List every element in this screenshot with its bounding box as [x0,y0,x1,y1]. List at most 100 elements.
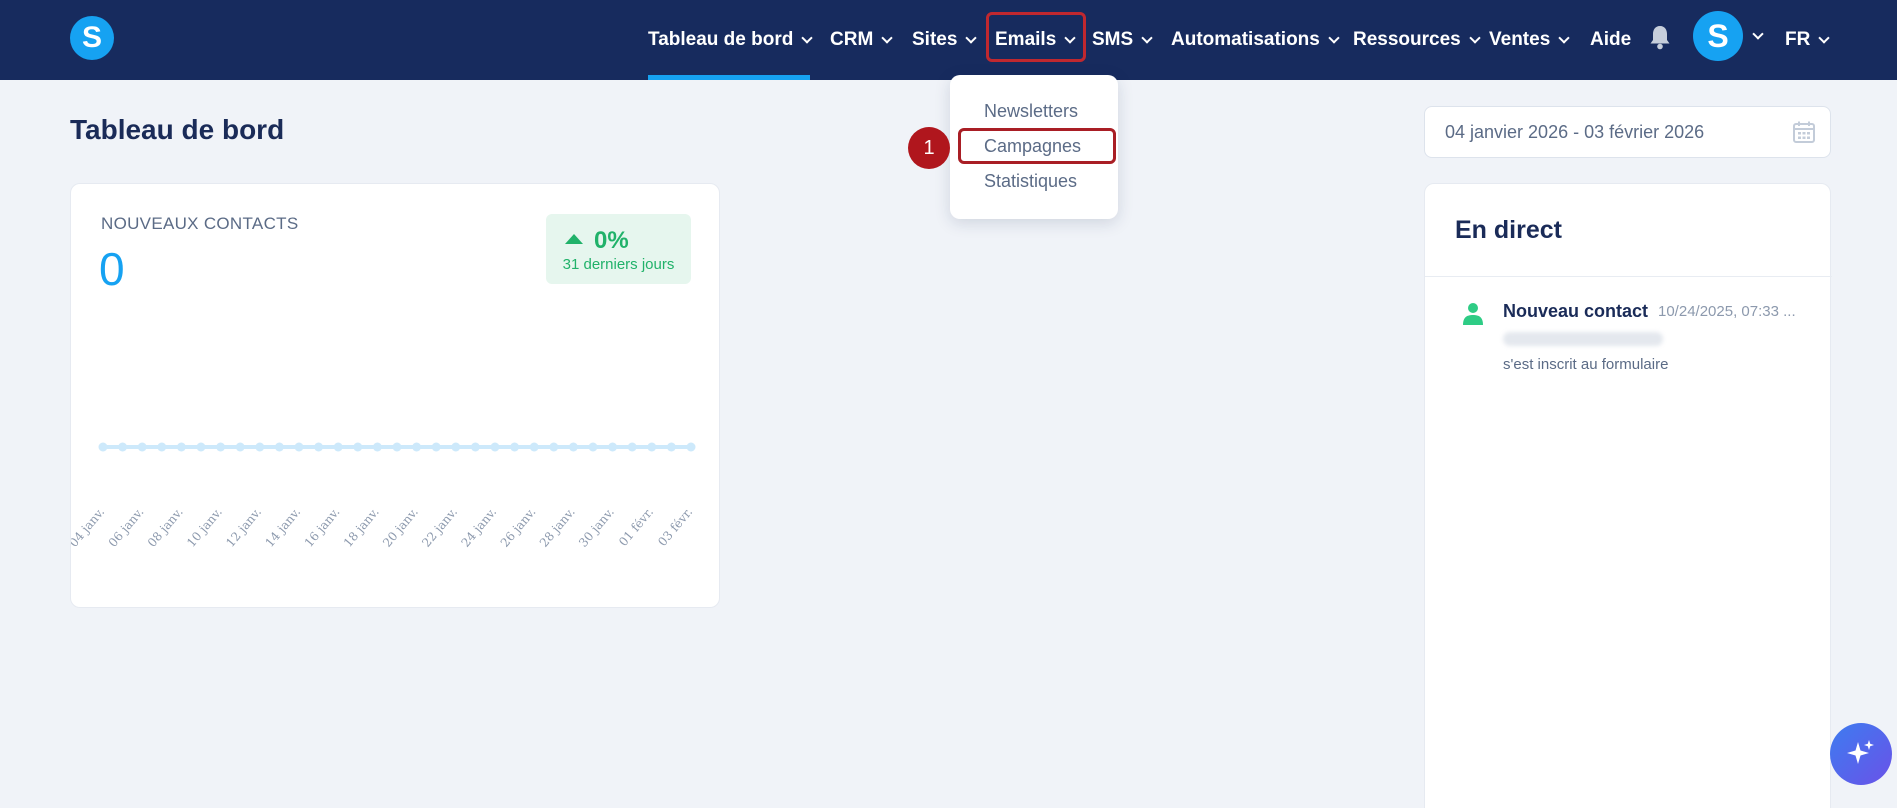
chevron-down-icon [965,31,978,44]
data-point[interactable] [137,442,147,452]
data-point[interactable] [98,442,108,452]
chevron-down-icon [801,31,814,44]
nav-item-aide[interactable]: Aide [1590,0,1631,80]
event-title[interactable]: Nouveau contact [1503,301,1648,322]
user-avatar[interactable]: S [1693,11,1743,61]
nav-item-label: Sites [912,29,958,50]
nav-item-automatisations[interactable]: Automatisations [1171,0,1340,80]
data-point[interactable] [314,442,324,452]
data-point[interactable] [686,442,696,452]
data-point[interactable] [294,442,304,452]
data-point[interactable] [470,442,480,452]
x-tick-label: 01 févr. [616,505,656,549]
data-point[interactable] [157,442,167,452]
data-point[interactable] [627,442,637,452]
data-point[interactable] [549,442,559,452]
top-navbar: S Tableau de bord CRM Sites Emails SMS A… [0,0,1897,80]
x-tick-label: 22 janv. [419,505,460,550]
data-point[interactable] [274,442,284,452]
x-tick-label: 28 janv. [537,505,578,550]
chevron-down-icon [1558,31,1570,44]
x-tick-label: 04 janv. [71,505,107,550]
campagnes-highlight-box [958,128,1116,164]
data-point[interactable] [372,442,382,452]
data-point[interactable] [333,442,343,452]
data-point[interactable] [216,442,226,452]
date-range-picker[interactable]: 04 janvier 2026 - 03 février 2026 [1424,106,1831,158]
nav-item-label: SMS [1092,29,1134,50]
new-contacts-chart: 04 janv.06 janv.08 janv.10 janv.12 janv.… [71,442,696,550]
nav-item-crm[interactable]: CRM [830,0,893,80]
nav-item-tableau-de-bord[interactable]: Tableau de bord [648,0,814,80]
nav-item-label: Ventes [1489,29,1551,50]
date-range-value: 04 janvier 2026 - 03 février 2026 [1445,122,1705,142]
x-tick-label: 12 janv. [223,505,264,550]
data-point[interactable] [392,442,402,452]
x-tick-label: 18 janv. [341,505,382,550]
chevron-down-icon [881,31,893,44]
data-point[interactable] [529,442,539,452]
new-contacts-card: NOUVEAUX CONTACTS 0 0% 31 derniers jours… [70,183,720,608]
calendar-icon [1793,121,1815,143]
data-point[interactable] [412,442,422,452]
x-tick-label: 03 févr. [655,505,695,549]
chevron-down-icon [1818,31,1830,44]
brand-logo[interactable]: S [70,16,114,60]
data-point[interactable] [353,442,363,452]
x-tick-label: 10 janv. [184,505,225,550]
x-tick-label: 24 janv. [458,505,499,550]
person-icon [1463,303,1483,325]
sparkle-icon [1847,740,1874,764]
x-tick-label: 14 janv. [262,505,303,550]
x-tick-label: 16 janv. [302,505,343,550]
data-point[interactable] [235,442,245,452]
active-nav-indicator [648,75,810,80]
x-tick-label: 26 janv. [498,505,539,550]
data-point[interactable] [647,442,657,452]
data-point[interactable] [510,442,520,452]
page-title: Tableau de bord [70,114,285,145]
x-tick-label: 20 janv. [380,505,421,550]
nav-item-label: Ressources [1353,29,1461,50]
data-point[interactable] [490,442,500,452]
nav-item-label: Automatisations [1171,29,1320,50]
chevron-down-icon [1469,31,1481,44]
nav-item-sites[interactable]: Sites [912,0,978,80]
chevron-down-icon[interactable] [1752,28,1764,40]
x-tick-label: 30 janv. [576,505,617,550]
bell-icon[interactable] [1649,24,1671,50]
emails-highlight-box [986,12,1086,62]
data-point[interactable] [666,442,676,452]
data-point[interactable] [588,442,598,452]
nav-item-label: Aide [1590,29,1632,50]
data-point[interactable] [176,442,186,452]
data-point[interactable] [431,442,441,452]
live-feed-title: En direct [1455,216,1562,244]
nav-item-ressources[interactable]: Ressources [1353,0,1481,80]
language-label: FR [1785,29,1811,50]
data-point[interactable] [196,442,206,452]
data-point[interactable] [608,442,618,452]
nav-item-label: CRM [830,29,874,50]
event-time: 10/24/2025, 07:33 ... [1658,303,1796,320]
divider [1425,276,1832,277]
step-badge: 1 [908,127,950,169]
chevron-down-icon [1141,31,1153,44]
menu-item-newsletters[interactable]: Newsletters [984,101,1078,122]
nav-item-label: Tableau de bord [648,29,794,50]
data-point[interactable] [451,442,461,452]
data-point[interactable] [118,442,128,452]
data-point[interactable] [568,442,578,452]
blurred-email [1503,332,1663,346]
ai-assistant-button[interactable] [1830,723,1892,785]
event-description: s'est inscrit au formulaire [1503,356,1669,373]
chevron-down-icon [1328,31,1340,44]
nav-item-ventes[interactable]: Ventes [1489,0,1570,80]
data-point[interactable] [255,442,265,452]
x-tick-label: 08 janv. [145,505,186,550]
live-feed-card: En direct Nouveau contact 10/24/2025, 07… [1424,183,1832,808]
x-tick-label: 06 janv. [106,505,147,550]
nav-item-sms[interactable]: SMS [1092,0,1153,80]
menu-item-statistiques[interactable]: Statistiques [984,171,1077,192]
language-selector[interactable]: FR [1785,0,1830,80]
